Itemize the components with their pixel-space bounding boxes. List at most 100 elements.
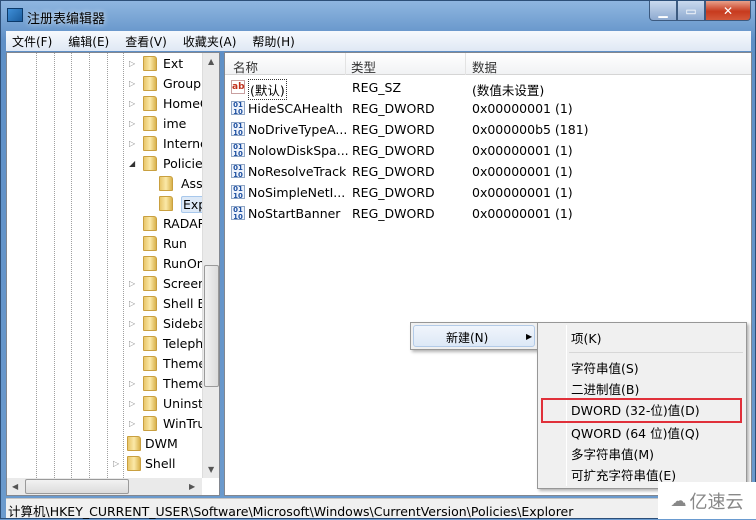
tree-item[interactable]: ▷ Shell [7,454,202,474]
scroll-right-icon[interactable]: ▶ [189,482,195,491]
folder-icon [143,116,157,131]
new-submenu: 项(K) 字符串值(S) 二进制值(B) DWORD (32-位)值(D) QWORD … [537,322,747,489]
folder-icon [143,336,157,351]
menu-3[interactable]: 收藏夹(A) [177,31,243,51]
list-row[interactable]: 01 10 HideSCAHealth REG_DWORD 0x00000001 … [225,98,751,119]
submenu-item[interactable]: QWORD (64 位)值(Q) [571,423,700,442]
menu-2[interactable]: 查看(V) [119,31,173,51]
value-name: NoStartBanner [248,206,341,221]
binary-value-icon: 01 10 [231,101,245,116]
expand-icon[interactable]: ▷ [113,459,119,468]
submenu-item[interactable]: 项(K) [571,328,601,347]
tree-item-label: Theme [163,376,207,391]
submenu-item[interactable]: 二进制值(B) [571,379,639,398]
scroll-down-icon[interactable]: ▼ [208,465,214,474]
list-row[interactable]: 01 10 NoSimpleNetI... REG_DWORD 0x0000000… [225,182,751,203]
value-data: (数值未设置) [472,83,545,98]
context-menu: 新建(N) ▶ [410,322,538,350]
tree-item[interactable]: Theme [7,354,206,374]
folder-icon [143,376,157,391]
status-bar: 计算机\HKEY_CURRENT_USER\Software\Microsoft… [6,498,751,519]
tree-item[interactable]: ▷ Teleph [7,334,203,354]
column-data[interactable]: 数据 [472,57,497,76]
tree-item[interactable]: ▷ Group [7,74,202,94]
expand-icon[interactable]: ▷ [129,139,135,148]
menu-4[interactable]: 帮助(H) [246,31,300,51]
close-button[interactable]: ✕ [705,1,751,21]
tree-horizontal-scrollbar[interactable]: ◀ ▶ [7,478,202,495]
tree-item[interactable]: RADAR [7,214,206,234]
menu-item-new[interactable]: 新建(N) ▶ [413,325,535,347]
tree-item[interactable]: Ass [7,174,203,194]
column-name[interactable]: 名称 [233,57,258,76]
tree-item[interactable]: ▷ Shell E [7,294,205,314]
expand-icon[interactable]: ▷ [129,379,135,388]
expand-icon[interactable]: ▷ [129,419,135,428]
expand-icon[interactable]: ▷ [129,279,135,288]
tree-item-label: Ass [181,176,203,191]
tree-item[interactable]: ▷ Theme [7,374,206,394]
tree-item[interactable]: ▷ WinTru [7,414,205,434]
list-row[interactable]: 01 10 NoStartBanner REG_DWORD 0x00000001 … [225,203,751,224]
submenu-item[interactable]: DWORD (32-位)值(D) [571,400,700,419]
menu-separator [569,352,743,353]
scroll-thumb[interactable] [204,265,219,387]
tree-item-label: Screen [163,276,206,291]
folder-icon [143,356,157,371]
value-type: REG_DWORD [352,185,435,200]
minimize-button[interactable]: ▁ [649,1,677,21]
tree-item[interactable]: DWM [7,434,202,454]
list-header: 名称 类型 数据 [225,53,751,75]
folder-icon [143,56,157,71]
folder-icon [127,456,141,471]
folder-icon [159,176,173,191]
maximize-button[interactable]: ▭ [677,1,705,21]
watermark: ☁ 亿速云 [658,482,756,519]
expand-icon[interactable]: ▷ [129,319,135,328]
tree-vertical-scrollbar[interactable]: ▲ ▼ [202,53,219,478]
value-type: REG_DWORD [352,164,435,179]
value-type: REG_DWORD [352,143,435,158]
scroll-up-icon[interactable]: ▲ [208,57,214,66]
scroll-left-icon[interactable]: ◀ [12,482,18,491]
tree-item[interactable]: ▷ Ext [7,54,202,74]
expand-icon[interactable]: ▷ [129,59,135,68]
tree-item[interactable]: ▷ HomeG [7,94,210,114]
tree-item[interactable]: Run [7,234,202,254]
list-row[interactable]: 01 10 NolowDiskSpa... REG_DWORD 0x0000000… [225,140,751,161]
expand-icon[interactable]: ▷ [129,99,135,108]
expand-icon[interactable]: ▷ [129,79,135,88]
expand-icon[interactable]: ▷ [129,339,135,348]
title-bar: 注册表编辑器 ▁ ▭ ✕ [1,1,755,31]
menu-0[interactable]: 文件(F) [6,31,58,51]
binary-value-icon: 01 10 [231,143,245,158]
tree-item[interactable]: RunOn [7,254,205,274]
tree-item[interactable]: ▷ ime [7,114,202,134]
tree-item[interactable]: ◢ Policie [7,154,203,174]
list-row[interactable]: ab (默认) REG_SZ (数值未设置) [225,77,751,100]
folder-icon [143,216,157,231]
tree-item-label: RunOn [163,256,205,271]
tree-item[interactable]: ▷ Interne [7,134,208,154]
expand-icon[interactable]: ▷ [129,119,135,128]
tree-item-label: Theme [163,356,207,371]
folder-icon [143,236,157,251]
string-value-icon: ab [231,80,245,94]
menu-1[interactable]: 编辑(E) [62,31,115,51]
list-row[interactable]: 01 10 NoDriveTypeA... REG_DWORD 0x000000b… [225,119,751,140]
tree-item[interactable]: ▷ Screen [7,274,206,294]
column-type[interactable]: 类型 [351,57,376,76]
tree-item[interactable]: ▷ Uninsta [7,394,211,414]
submenu-item[interactable]: 多字符串值(M) [571,444,654,463]
scroll-thumb[interactable] [25,479,129,494]
collapse-icon[interactable]: ◢ [129,159,135,168]
list-row[interactable]: 01 10 NoResolveTrack REG_DWORD 0x00000001… [225,161,751,182]
tree-item[interactable]: Exp [7,194,209,214]
tree-item[interactable]: ▷ Sideba [7,314,206,334]
submenu-item[interactable]: 字符串值(S) [571,358,639,377]
expand-icon[interactable]: ▷ [129,399,135,408]
key-tree: ▷ Ext ▷ Group ▷ HomeG ▷ ime ▷ Interne ◢ Policie Ass E… [6,52,220,496]
folder-icon [143,396,157,411]
expand-icon[interactable]: ▷ [129,299,135,308]
value-name: (默认) [248,79,287,100]
